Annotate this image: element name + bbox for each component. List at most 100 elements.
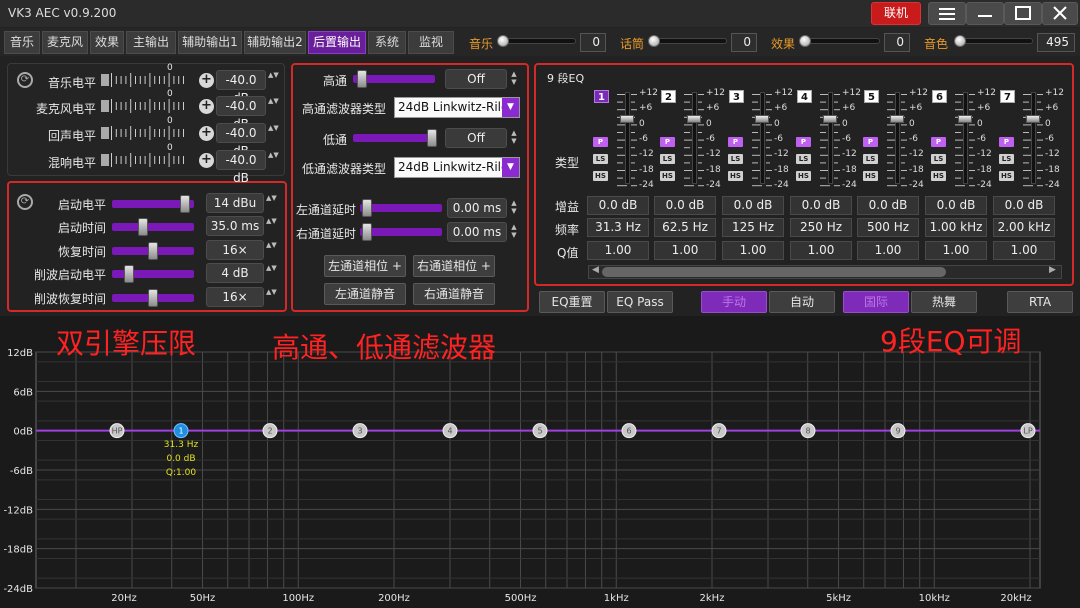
eq-gain-thumb[interactable] <box>620 115 634 123</box>
limiter-value[interactable]: 14 dBu <box>206 193 264 213</box>
eq-gain-thumb[interactable] <box>1026 115 1040 123</box>
eq-gain-track[interactable] <box>625 92 630 184</box>
tab-microphone[interactable]: 麦克风 <box>42 31 88 54</box>
eq-gain-track[interactable] <box>895 92 900 184</box>
eq-gain-track[interactable] <box>1031 92 1036 184</box>
eq-type-hs-button[interactable]: HS <box>660 171 675 181</box>
eq-band-number[interactable]: 3 <box>729 90 744 103</box>
tone-volume-knob[interactable] <box>954 35 966 47</box>
limiter-spin[interactable]: ▲▼ <box>266 194 277 202</box>
tab-aux-output-1[interactable]: 辅助输出1 <box>178 31 242 54</box>
music-volume-knob[interactable] <box>497 35 509 47</box>
eq-gain-value[interactable]: 0.0 dB <box>993 196 1055 215</box>
eq-type-p-button[interactable]: P <box>593 137 608 147</box>
scroll-right-icon[interactable]: ▶ <box>1049 265 1056 275</box>
auto-button[interactable]: 自动 <box>769 291 835 313</box>
eq-type-hs-button[interactable]: HS <box>796 171 811 181</box>
hp-type-select[interactable]: 24dB Linkwitz-Riley ▼ <box>394 97 520 118</box>
tab-aux-output-2[interactable]: 辅助输出2 <box>244 31 306 54</box>
eq-freq-value[interactable]: 62.5 Hz <box>654 218 716 237</box>
eq-freq-value[interactable]: 250 Hz <box>790 218 852 237</box>
eq-type-hs-button[interactable]: HS <box>999 171 1014 181</box>
limiter-spin[interactable]: ▲▼ <box>266 264 277 272</box>
level-value[interactable]: -40.0 dB <box>216 123 266 158</box>
tab-effects[interactable]: 效果 <box>90 31 124 54</box>
eq-gain-thumb[interactable] <box>958 115 972 123</box>
eq-q-value[interactable]: 1.00 <box>857 241 919 260</box>
mic-volume-slider[interactable] <box>651 38 727 44</box>
right-delay-spin[interactable]: ▲ ▼ <box>509 223 519 239</box>
mic-volume-value[interactable]: 0 <box>731 33 757 52</box>
music-volume-slider[interactable] <box>500 38 576 44</box>
level-spin[interactable]: ▲▼ <box>268 151 279 159</box>
eq-q-value[interactable]: 1.00 <box>993 241 1055 260</box>
left-delay-thumb[interactable] <box>362 199 372 217</box>
eq-gain-thumb[interactable] <box>687 115 701 123</box>
add-icon[interactable]: + <box>199 73 214 88</box>
eq-gain-thumb[interactable] <box>890 115 904 123</box>
eq-type-hs-button[interactable]: HS <box>728 171 743 181</box>
eq-q-value[interactable]: 1.00 <box>925 241 987 260</box>
eq-gain-thumb[interactable] <box>755 115 769 123</box>
eq-gain-value[interactable]: 0.0 dB <box>722 196 784 215</box>
level-spin[interactable]: ▲▼ <box>268 124 279 132</box>
eq-freq-value[interactable]: 31.3 Hz <box>587 218 649 237</box>
eq-type-hs-button[interactable]: HS <box>863 171 878 181</box>
highpass-value[interactable]: Off <box>445 69 507 89</box>
eq-band-number[interactable]: 6 <box>932 90 947 103</box>
eq-gain-value[interactable]: 0.0 dB <box>857 196 919 215</box>
scroll-left-icon[interactable]: ◀ <box>592 265 599 275</box>
eq-freq-value[interactable]: 2.00 kHz <box>993 218 1055 237</box>
level-spin[interactable]: ▲▼ <box>268 97 279 105</box>
eq-band-number[interactable]: 2 <box>661 90 676 103</box>
eq-q-value[interactable]: 1.00 <box>654 241 716 260</box>
mic-volume-knob[interactable] <box>648 35 660 47</box>
effect-volume-slider[interactable] <box>802 38 880 44</box>
left-delay-slider[interactable] <box>360 204 442 212</box>
effect-volume-knob[interactable] <box>799 35 811 47</box>
limiter-value[interactable]: 16× <box>206 240 264 260</box>
eq-freq-value[interactable]: 1.00 kHz <box>925 218 987 237</box>
tab-music[interactable]: 音乐 <box>4 31 40 54</box>
limiter-slider[interactable] <box>112 223 194 231</box>
tone-volume-slider[interactable] <box>957 38 1033 44</box>
level-value[interactable]: -40.0 dB <box>216 150 266 185</box>
eq-type-p-button[interactable]: P <box>660 137 675 147</box>
eq-type-ls-button[interactable]: LS <box>796 154 811 164</box>
left-phase-button[interactable]: 左通道相位 + <box>324 255 406 277</box>
mode-a-button[interactable]: 国际 <box>843 291 909 313</box>
eq-band-number[interactable]: 7 <box>1000 90 1015 103</box>
menu-button[interactable] <box>928 2 966 25</box>
left-delay-spin[interactable]: ▲ ▼ <box>509 199 519 215</box>
eq-gain-value[interactable]: 0.0 dB <box>925 196 987 215</box>
minimize-button[interactable] <box>966 2 1004 25</box>
right-mute-button[interactable]: 右通道静音 <box>413 283 495 305</box>
left-mute-button[interactable]: 左通道静音 <box>324 283 406 305</box>
lowpass-spin[interactable]: ▲ ▼ <box>509 129 519 145</box>
mode-b-button[interactable]: 热舞 <box>911 291 977 313</box>
eq-type-p-button[interactable]: P <box>999 137 1014 147</box>
eq-gain-value[interactable]: 0.0 dB <box>587 196 649 215</box>
manual-button[interactable]: 手动 <box>701 291 767 313</box>
tab-rear-output[interactable]: 后置输出 <box>308 31 366 54</box>
right-delay-slider[interactable] <box>360 228 442 236</box>
eq-pass-button[interactable]: EQ Pass <box>607 291 673 313</box>
highpass-thumb[interactable] <box>357 70 367 88</box>
connect-button[interactable]: 联机 <box>871 2 921 25</box>
limiter-value[interactable]: 16× <box>206 287 264 307</box>
eq-type-ls-button[interactable]: LS <box>931 154 946 164</box>
eq-reset-button[interactable]: EQ重置 <box>539 291 605 313</box>
eq-q-value[interactable]: 1.00 <box>722 241 784 260</box>
left-delay-value[interactable]: 0.00 ms <box>447 198 507 218</box>
level-value[interactable]: -40.0 dB <box>216 70 266 105</box>
add-icon[interactable]: + <box>199 126 214 141</box>
eq-type-p-button[interactable]: P <box>796 137 811 147</box>
limiter-thumb[interactable] <box>124 265 134 283</box>
eq-type-p-button[interactable]: P <box>863 137 878 147</box>
eq-band-number[interactable]: 1 <box>594 90 609 103</box>
eq-freq-value[interactable]: 500 Hz <box>857 218 919 237</box>
limiter-thumb[interactable] <box>148 289 158 307</box>
add-icon[interactable]: + <box>199 99 214 114</box>
limiter-spin[interactable]: ▲▼ <box>266 241 277 249</box>
eq-type-ls-button[interactable]: LS <box>593 154 608 164</box>
